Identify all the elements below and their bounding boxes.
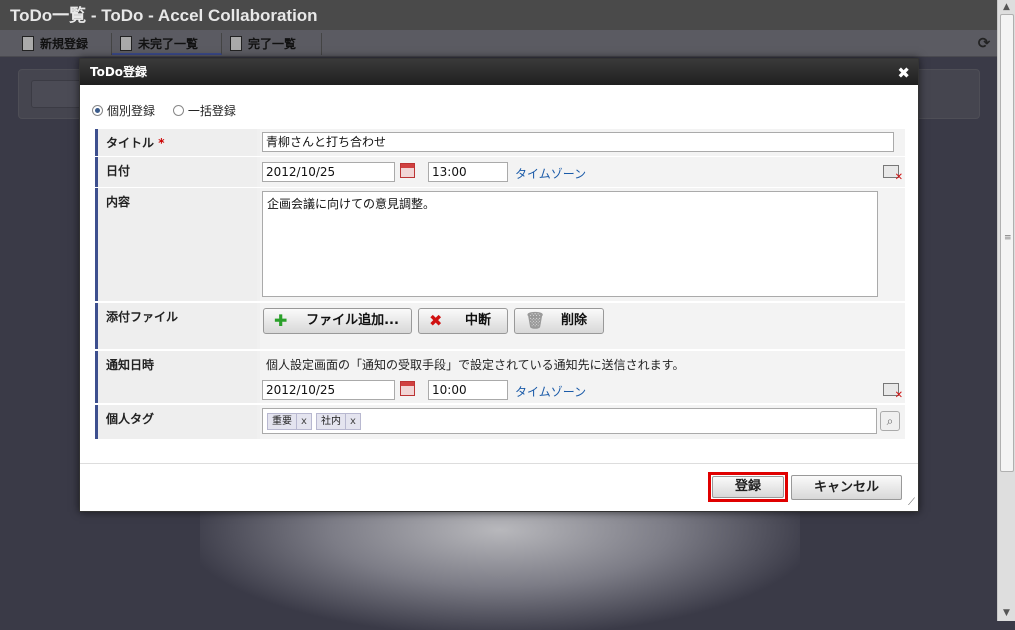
timezone-link[interactable]: タイムゾーン — [515, 165, 586, 182]
notify-timezone-link[interactable]: タイムゾーン — [515, 383, 586, 400]
tags-input[interactable]: 重要 x 社内 x — [262, 408, 877, 434]
new-document-icon — [22, 36, 34, 51]
dialog-title: ToDo登録 — [90, 65, 148, 79]
incomplete-list-button[interactable]: 未完了一覧 — [112, 33, 222, 55]
title-row: タイトル * 青柳さんと打ち合わせ — [95, 129, 905, 157]
delete-file-button[interactable]: 🗑 削除 — [514, 308, 604, 334]
scroll-up-icon[interactable]: ▲ — [998, 0, 1015, 15]
window-title: ToDo一覧 - ToDo - Accel Collaboration — [0, 0, 997, 30]
close-icon[interactable]: ✖ — [897, 59, 910, 87]
page-scrollbar[interactable]: ▲ ≡ ▼ — [997, 0, 1015, 621]
notify-label: 通知日時 — [95, 351, 257, 403]
completed-list-button[interactable]: 完了一覧 — [222, 33, 322, 55]
radio-bulk[interactable] — [172, 105, 184, 116]
content-label: 内容 — [95, 188, 257, 301]
tag-remove-button[interactable]: x — [345, 414, 360, 429]
add-file-button[interactable]: ✚ ファイル追加... — [263, 308, 412, 334]
cancel-button[interactable]: キャンセル — [791, 475, 902, 500]
notify-date-input[interactable]: 2012/10/25 — [262, 380, 395, 400]
mode-radio-group: 個別登録 一括登録 — [92, 102, 250, 118]
submit-button-highlight: 登録 — [708, 472, 788, 502]
plus-icon: ✚ — [274, 311, 288, 330]
calendar-icon[interactable] — [400, 163, 415, 178]
tag-remove-button[interactable]: x — [296, 414, 311, 429]
document-icon — [120, 36, 132, 51]
submit-button[interactable]: 登録 — [712, 476, 784, 498]
checklist-icon — [230, 36, 242, 51]
tag-chip: 重要 x — [267, 413, 312, 430]
scroll-thumb[interactable]: ≡ — [1000, 14, 1014, 472]
notify-time-input[interactable]: 10:00 — [428, 380, 508, 400]
x-icon: ✖ — [429, 311, 443, 330]
date-input[interactable]: 2012/10/25 — [262, 162, 395, 182]
clear-date-icon[interactable] — [883, 165, 903, 183]
attachments-row: 添付ファイル ✚ ファイル追加... ✖ 中断 🗑 削除 — [95, 303, 905, 350]
time-input[interactable]: 13:00 — [428, 162, 508, 182]
radio-individual-label[interactable]: 個別登録 — [107, 102, 155, 119]
stop-upload-button[interactable]: ✖ 中断 — [418, 308, 508, 334]
date-label: 日付 — [95, 157, 257, 187]
content-textarea[interactable]: 企画会議に向けての意見調整。 — [262, 191, 878, 297]
dialog-header: ToDo登録 ✖ — [80, 59, 918, 85]
toolbar: 新規登録 未完了一覧 完了一覧 — [0, 30, 997, 57]
tags-label: 個人タグ — [95, 405, 257, 439]
notify-note: 個人設定画面の「通知の受取手段」で設定されている通知先に送信されます。 — [266, 358, 685, 372]
grip-icon: ≡ — [1004, 233, 1012, 243]
notify-row: 通知日時 個人設定画面の「通知の受取手段」で設定されている通知先に送信されます。… — [95, 351, 905, 404]
title-input[interactable]: 青柳さんと打ち合わせ — [262, 132, 894, 152]
required-mark: * — [158, 136, 165, 150]
radio-bulk-label[interactable]: 一括登録 — [188, 102, 236, 119]
new-todo-button[interactable]: 新規登録 — [14, 33, 112, 55]
todo-register-dialog: ToDo登録 ✖ 個別登録 一括登録 タイトル * 青柳さんと打ち合わせ 日付 … — [79, 58, 919, 512]
title-label: タイトル * — [95, 129, 257, 156]
refresh-icon[interactable]: ⟳ — [975, 34, 993, 52]
date-row: 日付 2012/10/25 13:00 タイムゾーン — [95, 157, 905, 188]
clear-notify-icon[interactable] — [883, 383, 903, 401]
resize-handle-icon[interactable]: ⟋ — [908, 497, 915, 508]
tags-row: 個人タグ 重要 x 社内 x ⌕ — [95, 405, 905, 440]
radio-individual[interactable] — [92, 105, 103, 116]
scroll-down-icon[interactable]: ▼ — [998, 606, 1015, 621]
calendar-icon[interactable] — [400, 381, 415, 396]
search-icon[interactable]: ⌕ — [880, 411, 900, 431]
attachments-label: 添付ファイル — [95, 303, 257, 349]
content-row: 内容 企画会議に向けての意見調整。 — [95, 188, 905, 302]
trash-icon: 🗑 — [525, 311, 546, 330]
tag-chip: 社内 x — [316, 413, 361, 430]
footer-divider — [80, 463, 918, 464]
